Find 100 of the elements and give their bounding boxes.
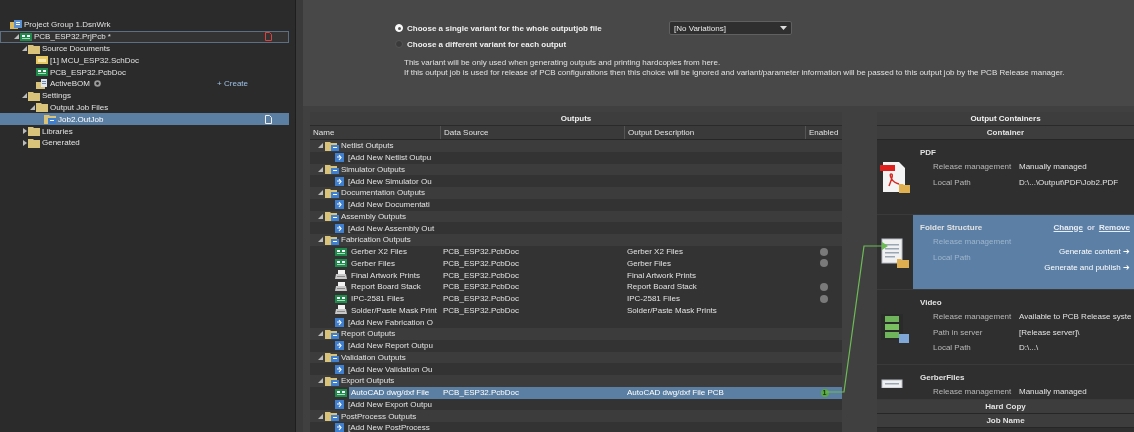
collapse-arrow-icon[interactable] <box>318 354 323 360</box>
info-text: If this output job is used for release of PCB configurations then this choice will be ignored and variant/parameter information will be passed to this output job by the PCB Release manager. <box>404 68 1066 78</box>
table-cell-text: IPC-2581 Files <box>626 293 681 305</box>
create-link[interactable]: + Create <box>217 79 248 89</box>
group-name[interactable]: Report Outputs <box>341 329 396 339</box>
tree-item[interactable]: Job2.OutJob <box>0 113 289 126</box>
enable-dot[interactable] <box>819 247 828 256</box>
column-header[interactable]: Enabled <box>805 126 842 139</box>
add-output-item[interactable]: [Add New Validation Ou <box>346 363 433 375</box>
info-text: This variant will be only used when generating outputs and printing hardcopies from here. <box>404 58 722 68</box>
enable-dot[interactable] <box>819 294 828 303</box>
add-output-item[interactable]: [Add New Export Outpu <box>346 398 433 411</box>
folder-icon <box>325 328 339 339</box>
add-output-item[interactable]: [Add New Fabrication O <box>346 316 433 328</box>
group-name[interactable]: Assembly Outputs <box>341 211 406 221</box>
collapse-arrow-icon[interactable] <box>318 413 323 419</box>
folder-icon <box>325 411 339 422</box>
dropdown-caret-icon[interactable] <box>780 26 787 30</box>
collapse-arrow-icon[interactable] <box>22 46 27 51</box>
collapse-arrow-icon[interactable] <box>318 143 323 149</box>
tree-item[interactable]: PCB_ESP32.PcbDoc <box>0 66 289 78</box>
table-cell-text: PCB_ESP32.PcbDoc <box>442 293 521 305</box>
container-card[interactable]: Video Release management Available to PCB Release syste Path in server [Release server]\ Local Path D:\...\ <box>913 290 1134 364</box>
add-output-item[interactable]: [Add New PostProcess <box>346 422 430 432</box>
add-icon <box>335 341 344 351</box>
document-icon <box>36 78 48 89</box>
group-name[interactable]: Documentation Outputs <box>341 188 426 198</box>
column-header[interactable]: Output Description <box>624 126 805 139</box>
tree-item[interactable]: ActiveBOM + Create <box>0 78 289 90</box>
group-name[interactable]: Simulator Outputs <box>341 164 406 174</box>
separator-text: or <box>1086 222 1095 232</box>
radio-label[interactable]: Choose a different variant for each output <box>407 39 665 49</box>
field-value: D:\...\Output\PDF\Job2.PDF <box>1019 177 1120 187</box>
tree-item[interactable]: PCB_ESP32.PrjPcb * <box>0 30 289 43</box>
add-output-item[interactable]: [Add New Simulator Ou <box>346 175 432 187</box>
tree-item[interactable]: Source Documents <box>0 42 289 55</box>
variant-dropdown[interactable]: [No Variations] <box>669 21 792 35</box>
tree-item[interactable]: Output Job Files <box>0 101 289 114</box>
collapse-arrow-icon[interactable] <box>14 34 19 40</box>
job-file-icon <box>44 114 56 125</box>
board-icon <box>335 293 347 304</box>
field-value: [Release server]\ <box>1019 327 1081 337</box>
collapse-arrow-icon[interactable] <box>318 190 323 196</box>
expand-arrow-icon[interactable] <box>22 139 27 146</box>
output-name[interactable]: IPC-2581 Files <box>349 292 440 305</box>
board-icon <box>20 31 32 42</box>
generate-link[interactable]: Generate and publish ➔ <box>1044 262 1130 272</box>
output-name[interactable]: Gerber X2 Files <box>349 245 440 258</box>
collapse-arrow-icon[interactable] <box>318 166 323 172</box>
collapse-arrow-icon[interactable] <box>22 93 27 99</box>
column-header[interactable]: Data Source <box>440 126 624 139</box>
tree-item[interactable]: [1] MCU_ESP32.SchDoc <box>0 54 289 67</box>
container-card[interactable]: PDF Release management Manually managed Local Path D:\...\Output\PDF\Job2.PDF <box>913 140 1134 214</box>
group-name[interactable]: PostProcess Outputs <box>341 411 417 421</box>
tree-item[interactable]: Generated <box>0 136 289 149</box>
collapse-arrow-icon[interactable] <box>318 378 323 384</box>
collapse-arrow-icon[interactable] <box>318 331 323 337</box>
document-folder-icon <box>879 235 911 269</box>
folder-icon <box>28 90 40 101</box>
expand-arrow-icon[interactable] <box>22 128 27 135</box>
add-output-item[interactable]: [Add New Assembly Out <box>346 222 435 234</box>
folder-icon <box>325 187 339 198</box>
output-name[interactable]: Report Board Stack <box>349 281 440 293</box>
add-icon <box>335 423 344 432</box>
collapse-arrow-icon[interactable] <box>318 213 323 219</box>
panel-title: Output Containers <box>877 112 1134 126</box>
help-icon[interactable] <box>94 80 101 88</box>
change-link[interactable]: Change <box>1053 222 1083 232</box>
generate-link[interactable]: Generate content ➔ <box>1058 246 1130 256</box>
table-cell-text: Gerber Files <box>626 257 672 270</box>
enable-dot[interactable] <box>819 259 828 268</box>
output-name[interactable]: Gerber Files <box>349 257 440 270</box>
table-cell-text: Solder/Paste Mask Prints <box>626 304 718 317</box>
tree-item[interactable]: Project Group 1.DsnWrk <box>0 19 289 31</box>
project-group-icon <box>10 19 22 30</box>
column-header[interactable]: Name <box>310 126 440 139</box>
add-output-item[interactable]: [Add New Report Outpu <box>346 339 433 352</box>
tree-item[interactable]: Libraries <box>0 125 289 137</box>
add-output-item[interactable]: [Add New Netlist Outpu <box>346 151 432 164</box>
collapse-arrow-icon[interactable] <box>30 104 35 110</box>
group-name[interactable]: Netlist Outputs <box>341 141 394 151</box>
table-cell-text: PCB_ESP32.PcbDoc <box>442 246 521 258</box>
section-header: Hard Copy <box>877 400 1134 414</box>
add-output-item[interactable]: [Add New Documentati <box>346 198 430 211</box>
table-cell-text: PCB_ESP32.PcbDoc <box>442 269 521 281</box>
printer-icon <box>335 270 347 281</box>
group-name[interactable]: Export Outputs <box>341 376 395 386</box>
output-name[interactable]: Solder/Paste Mask Print <box>349 304 440 317</box>
add-icon <box>335 153 344 163</box>
output-name[interactable]: Final Artwork Prints <box>349 269 440 281</box>
remove-link[interactable]: Remove <box>1098 222 1130 232</box>
radio-label[interactable]: Choose a single variant for the whole outputjob file <box>407 23 665 33</box>
tree-item[interactable]: Settings <box>0 89 289 102</box>
add-icon <box>335 176 344 186</box>
collapse-arrow-icon[interactable] <box>318 237 323 243</box>
field-value: Available to PCB Release syste <box>1019 312 1133 322</box>
group-name[interactable]: Validation Outputs <box>341 352 406 362</box>
group-name[interactable]: Fabrication Outputs <box>341 235 411 245</box>
enable-dot[interactable] <box>819 282 828 291</box>
container-card[interactable]: GerberFiles Release management Manually managed <box>913 365 1134 399</box>
